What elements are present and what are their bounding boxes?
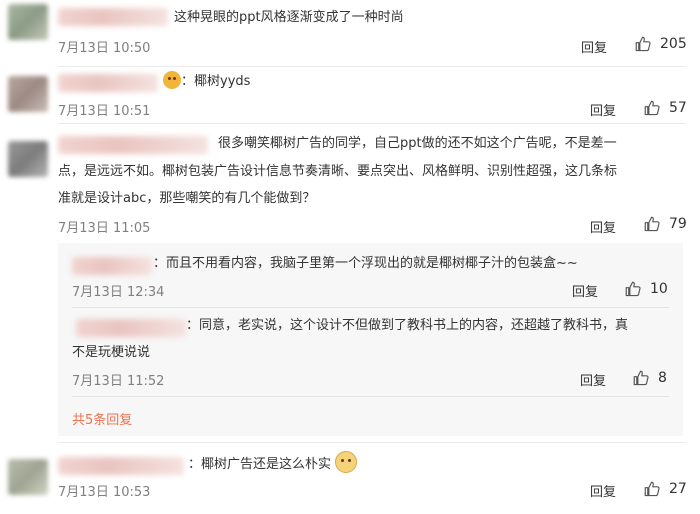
reply-button[interactable]: 回复 xyxy=(572,281,598,300)
like-count: 205 xyxy=(660,36,687,52)
thumbs-up-icon xyxy=(634,35,652,53)
username[interactable] xyxy=(58,74,158,92)
divider xyxy=(72,307,669,308)
reply-button[interactable]: 回复 xyxy=(580,370,606,389)
divider xyxy=(58,66,686,67)
like-count: 27 xyxy=(669,481,687,497)
avatar[interactable] xyxy=(8,141,48,177)
comment-item: 这种晃眼的ppt风格逐渐变成了一种时尚 7月13日 10:50 回复 205 xyxy=(0,0,700,68)
dog-face-emoji-icon xyxy=(335,451,358,473)
reply-text-line: 不是玩梗说说 xyxy=(72,345,151,360)
username[interactable] xyxy=(58,136,208,154)
reply-button[interactable]: 回复 xyxy=(590,100,616,119)
thumbs-up-icon xyxy=(632,369,650,387)
comment-text: 这种晃眼的ppt风格逐渐变成了一种时尚 xyxy=(174,10,404,25)
like-button[interactable]: 79 xyxy=(643,215,687,233)
thumbs-up-icon xyxy=(643,215,661,233)
like-count: 57 xyxy=(669,100,687,116)
comment-item: ：椰树yyds 7月13日 10:51 回复 57 xyxy=(0,68,700,124)
comment-text-body: ：椰树yyds xyxy=(181,74,251,89)
comment-text: ：椰树yyds xyxy=(163,69,250,95)
comment-text-body: ：椰树广告还是这么朴实 xyxy=(188,457,332,472)
reply-date: 7月13日 12:34 xyxy=(72,285,165,300)
thumbs-up-icon xyxy=(643,480,661,498)
comment-text: ：椰树广告还是这么朴实 xyxy=(188,451,358,478)
thumbs-up-icon xyxy=(643,99,661,117)
comment-text-line: 点，是远远不如。椰树包装广告设计信息节奏清晰、要点突出、风格鲜明、识别性超强，这… xyxy=(58,164,618,179)
username[interactable] xyxy=(58,8,168,26)
comment-date: 7月13日 10:50 xyxy=(58,41,151,56)
comment-date: 7月13日 11:05 xyxy=(58,221,151,236)
reply-date: 7月13日 11:52 xyxy=(72,374,165,389)
like-count: 10 xyxy=(650,281,668,297)
smiling-face-emoji-icon xyxy=(163,71,181,89)
like-button[interactable]: 205 xyxy=(634,35,687,53)
reply-thread: ：而且不用看内容，我脑子里第一个浮现出的就是椰树椰子汁的包装盒~~ 7月13日 … xyxy=(58,243,683,436)
reply-button[interactable]: 回复 xyxy=(590,481,616,500)
comment-item: ：椰树广告还是这么朴实 7月13日 10:53 回复 27 xyxy=(0,443,700,514)
reply-text: ：而且不用看内容，我脑子里第一个浮现出的就是椰树椰子汁的包装盒~~ xyxy=(153,256,578,271)
avatar[interactable] xyxy=(8,459,48,495)
thumbs-up-icon xyxy=(624,280,642,298)
like-button[interactable]: 10 xyxy=(624,280,668,298)
reply-username[interactable] xyxy=(76,319,186,337)
like-button[interactable]: 8 xyxy=(632,369,667,387)
comment-date: 7月13日 10:53 xyxy=(58,485,151,500)
reply-button[interactable]: 回复 xyxy=(590,217,616,236)
like-count: 79 xyxy=(669,216,687,232)
username[interactable] xyxy=(58,457,184,475)
reply-button[interactable]: 回复 xyxy=(581,37,607,56)
reply-text-line: ：同意，老实说，这个设计不但做到了教科书上的内容，还超越了教科书，真 xyxy=(186,318,629,333)
comment-date: 7月13日 10:51 xyxy=(58,104,151,119)
reply-username[interactable] xyxy=(72,257,152,275)
comment-text-line: 准就是设计abc，那些嘲笑的有几个能做到？ xyxy=(58,191,316,206)
like-count: 8 xyxy=(658,370,667,386)
divider xyxy=(72,396,669,397)
avatar[interactable] xyxy=(8,4,48,40)
view-more-replies-link[interactable]: 共5条回复 xyxy=(72,409,132,428)
comment-text-line: 很多嘲笑椰树广告的同学，自己ppt做的还不如这个广告呢，不是差一 xyxy=(218,136,617,151)
like-button[interactable]: 27 xyxy=(643,480,687,498)
avatar[interactable] xyxy=(8,76,48,112)
like-button[interactable]: 57 xyxy=(643,99,687,117)
